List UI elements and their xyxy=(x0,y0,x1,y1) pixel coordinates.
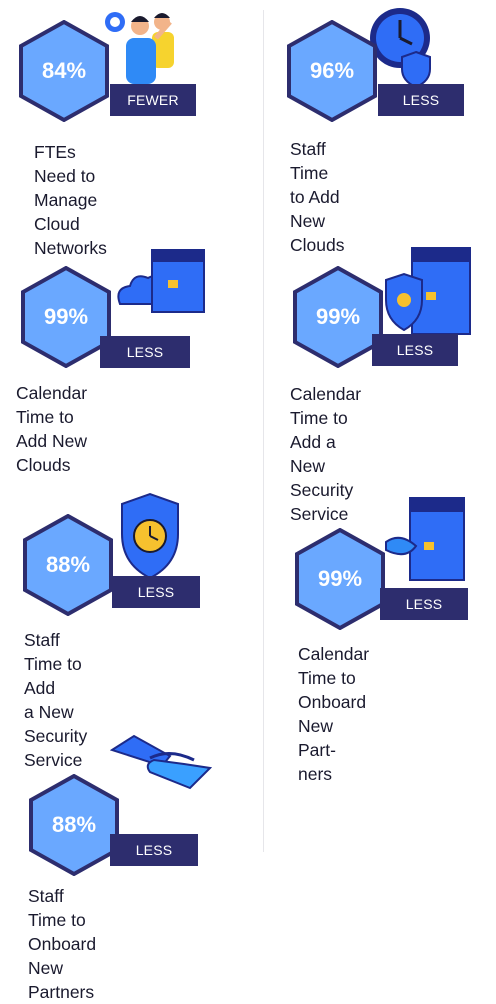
qualifier-badge: LESS xyxy=(378,84,464,116)
stat-description-line: Onboard New Part- xyxy=(298,692,367,760)
stat-description-line: Staff Time to Onboard xyxy=(28,886,97,954)
qualifier-badge: LESS xyxy=(380,588,468,620)
people-illustration xyxy=(100,8,192,93)
qualifier-badge: FEWER xyxy=(110,84,196,116)
clock-shield-illustration xyxy=(368,4,438,95)
calendar-shield-illustration xyxy=(382,240,474,345)
stat-percent: 84% xyxy=(41,58,87,83)
stat-description-line: a New Security xyxy=(24,702,88,746)
stat-description-line: Service xyxy=(24,750,83,770)
qualifier-badge: LESS xyxy=(372,334,458,366)
stat-description-line: Service xyxy=(290,504,349,524)
stat-percent: 88% xyxy=(51,812,97,837)
stat-description-line: New Clouds xyxy=(290,211,345,255)
stat-description-line: Calendar Time to xyxy=(290,384,362,428)
handshake-illustration xyxy=(109,728,214,809)
stat-percent: 96% xyxy=(309,58,355,83)
stat-description-line: Calendar Time to xyxy=(298,644,370,688)
calendar-cloud-illustration xyxy=(112,238,208,335)
stat-description-line: Calendar Time to xyxy=(16,383,88,427)
qualifier-badge: LESS xyxy=(110,834,198,866)
stat-percent: 88% xyxy=(45,552,91,577)
stat-description-line: ners xyxy=(298,764,333,784)
stat-description-line: Add New Clouds xyxy=(16,431,88,475)
stat-description-line: Staff Time to Add xyxy=(290,139,340,207)
qualifier-badge: LESS xyxy=(112,576,200,608)
column-divider xyxy=(263,10,264,852)
stat-percent: 99% xyxy=(317,566,363,591)
stat-percent: 99% xyxy=(315,304,361,329)
qualifier-badge: LESS xyxy=(100,336,190,368)
shield-clock-illustration xyxy=(118,490,182,587)
stat-percent: 99% xyxy=(43,304,89,329)
stat-description-line: Cloud Networks xyxy=(34,214,107,258)
stat-description-line: Staff Time to Add xyxy=(24,630,82,698)
calendar-handshake-illustration xyxy=(384,492,468,589)
stat-description-line: FTEs Need to Manage xyxy=(34,142,98,210)
stat-description-line: New Partners xyxy=(28,958,95,1002)
stat-description-line: Add a New Security xyxy=(290,432,354,500)
